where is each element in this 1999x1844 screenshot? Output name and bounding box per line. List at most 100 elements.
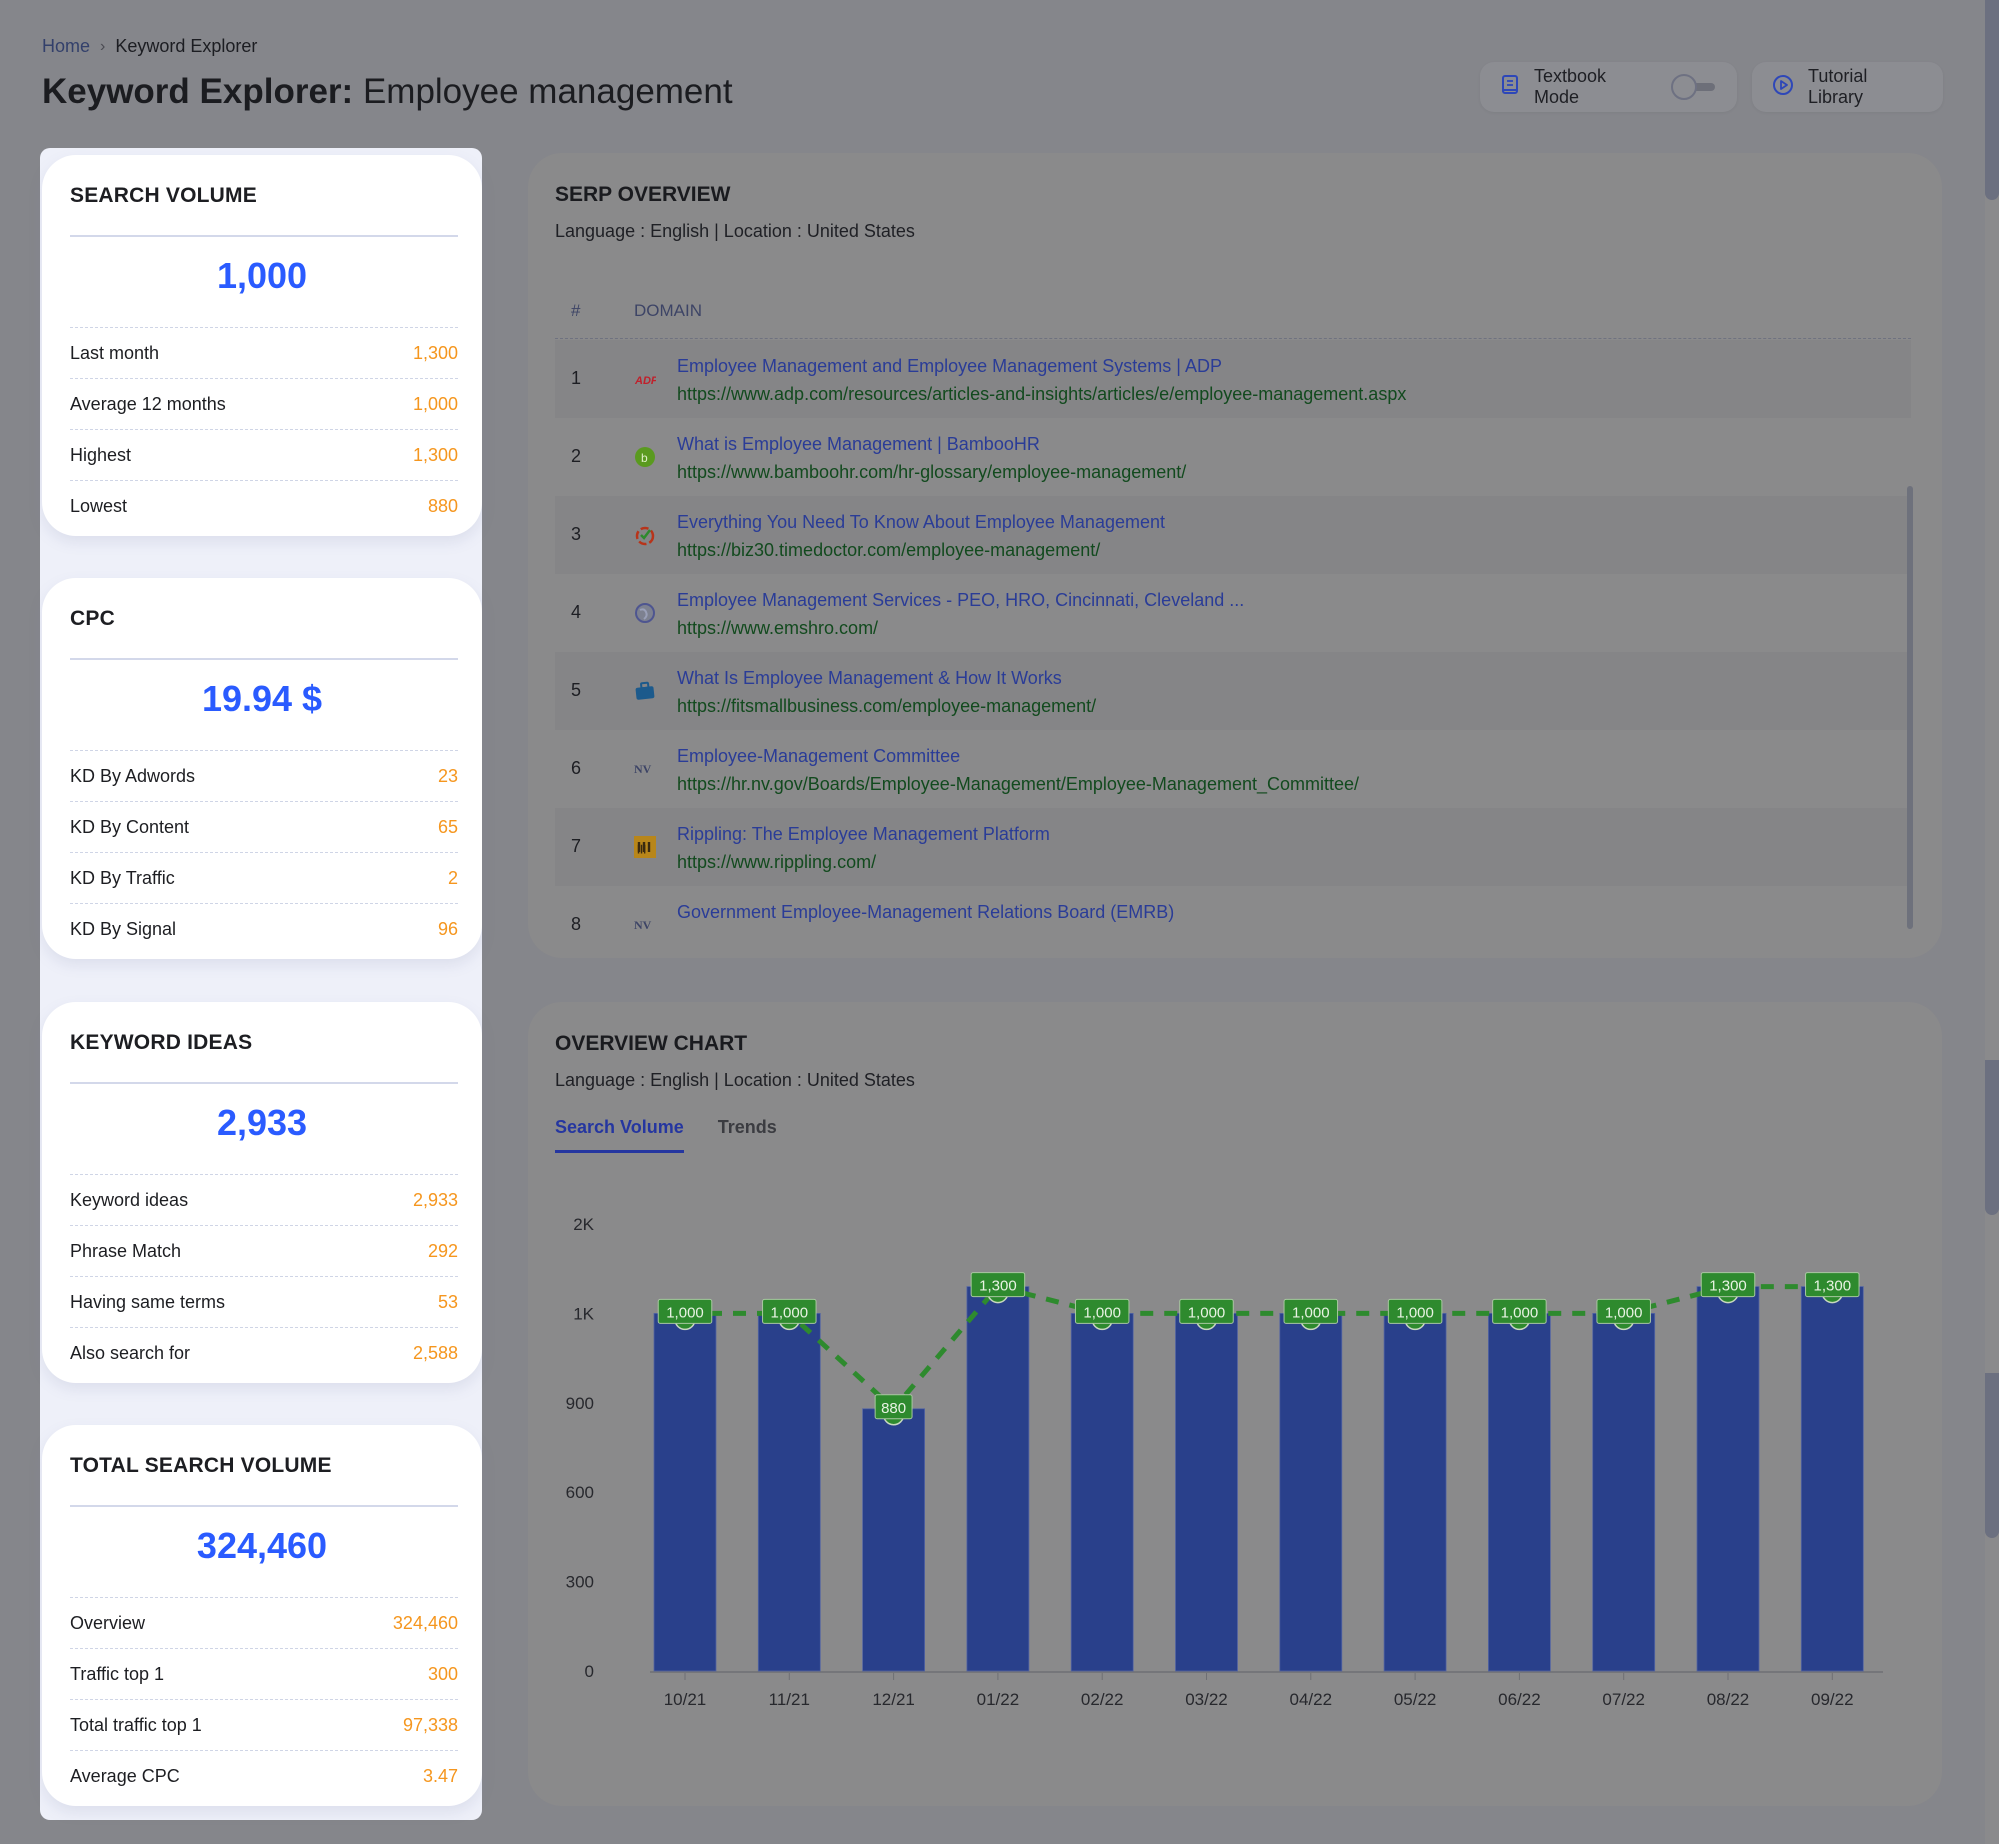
serp-row: 4 Employee Management Services - PEO, HR… — [555, 574, 1911, 652]
y-tick-label: 300 — [566, 1573, 594, 1592]
y-tick-label: 1K — [573, 1304, 594, 1323]
play-circle-icon — [1772, 74, 1794, 101]
serp-result-url[interactable]: https://www.adp.com/resources/articles-a… — [677, 384, 1406, 405]
stat-label: KD By Signal — [70, 918, 177, 939]
serp-result-title-link[interactable]: Government Employee-Management Relations… — [677, 902, 1174, 923]
textbook-mode-toggle[interactable] — [1671, 74, 1717, 100]
trend-line — [685, 1283, 1833, 1413]
serp-row: 8 NV Government Employee-Management Rela… — [555, 886, 1911, 945]
serp-result-title-link[interactable]: Employee Management and Employee Managem… — [677, 356, 1222, 377]
bar[interactable] — [862, 1408, 926, 1672]
bar[interactable] — [1488, 1312, 1551, 1672]
x-tick-label: 11/21 — [769, 1690, 810, 1709]
data-label: 1,000 — [1188, 1304, 1226, 1321]
stat-value: 300 — [427, 1663, 458, 1684]
serp-result-title-link[interactable]: Everything You Need To Know About Employ… — [677, 512, 1165, 533]
textbook-mode-button[interactable]: Textbook Mode — [1480, 62, 1737, 112]
stat-value: 96 — [437, 918, 458, 939]
stat-value: 97,338 — [402, 1714, 458, 1735]
bar[interactable] — [757, 1312, 821, 1672]
card-main-value: 2,933 — [216, 1102, 308, 1143]
data-label: 1,300 — [1709, 1278, 1747, 1295]
x-tick-label: 02/22 — [1081, 1690, 1124, 1709]
stat-label: Lowest — [70, 495, 128, 516]
stat-label: KD By Adwords — [70, 765, 196, 786]
bar[interactable] — [966, 1286, 1030, 1672]
bar[interactable] — [1175, 1312, 1238, 1672]
serp-result-title-link[interactable]: Employee-Management Committee — [677, 746, 960, 767]
card-main-value: 1,000 — [216, 255, 308, 296]
bar[interactable] — [1592, 1312, 1656, 1672]
bar[interactable] — [1070, 1312, 1134, 1672]
y-tick-label: 2K — [573, 1215, 594, 1234]
stat-value: 65 — [437, 816, 458, 837]
stat-label: Last month — [70, 342, 160, 363]
serp-result-title-link[interactable]: Rippling: The Employee Management Platfo… — [677, 824, 1050, 845]
serp-table-header: # DOMAIN — [555, 287, 1911, 339]
data-label: 1,300 — [979, 1278, 1017, 1295]
data-label: 880 — [881, 1400, 906, 1417]
adp-logo-icon: ADP — [634, 368, 659, 390]
stat-label: Average 12 months — [70, 393, 226, 414]
bar[interactable] — [1800, 1286, 1864, 1672]
divider — [70, 235, 458, 237]
data-label: 1,000 — [1292, 1304, 1330, 1321]
tutorial-library-button[interactable]: Tutorial Library — [1752, 62, 1943, 112]
stat-value: 1,000 — [412, 393, 458, 414]
breadcrumb: Home › Keyword Explorer — [42, 36, 257, 57]
stat-label: Highest — [70, 444, 132, 465]
x-tick-label: 03/22 — [1185, 1690, 1228, 1709]
serp-row: 6 NV Employee-Management Committee https… — [555, 730, 1911, 808]
serp-scrollbar-thumb[interactable] — [1907, 486, 1913, 929]
serp-result-title-link[interactable]: Employee Management Services - PEO, HRO,… — [677, 590, 1244, 611]
serp-rank: 5 — [571, 680, 582, 700]
serp-rank: 3 — [571, 524, 582, 544]
page-scrollbar-thumb[interactable] — [1985, 0, 1999, 200]
serp-table-body[interactable]: 1 ADP Employee Management and Employee M… — [555, 340, 1911, 945]
stat-label: Average CPC — [70, 1765, 180, 1786]
divider — [70, 1082, 458, 1084]
stat-value: 2,933 — [412, 1189, 458, 1210]
serp-result-title-link[interactable]: What is Employee Management | BambooHR — [677, 434, 1040, 455]
y-axis: 0 300 600 900 1K 2K — [566, 1215, 595, 1681]
stat-label: Having same terms — [70, 1291, 226, 1312]
card-main-value: 19.94 $ — [201, 678, 323, 719]
stat-row: Average CPC 3.47 — [70, 1750, 458, 1801]
bar[interactable] — [1696, 1286, 1760, 1672]
breadcrumb-home-link[interactable]: Home — [42, 36, 90, 57]
serp-result-url[interactable]: https://www.rippling.com/ — [677, 852, 876, 873]
stat-label: KD By Content — [70, 816, 190, 837]
stat-value: 1,300 — [412, 444, 458, 465]
stat-row: KD By Adwords 23 — [70, 750, 458, 801]
serp-result-url[interactable]: https://www.emshro.com/ — [677, 618, 878, 639]
stat-value: 23 — [437, 765, 458, 786]
stat-value: 292 — [427, 1240, 458, 1261]
x-tick-label: 01/22 — [977, 1690, 1020, 1709]
card-title: KEYWORD IDEAS — [70, 1031, 253, 1054]
serp-result-url[interactable]: https://fitsmallbusiness.com/employee-ma… — [677, 696, 1096, 717]
serp-result-title-link[interactable]: What Is Employee Management & How It Wor… — [677, 668, 1062, 689]
stat-row: Also search for 2,588 — [70, 1327, 458, 1378]
page-scrollbar[interactable] — [1985, 0, 1999, 1844]
stat-value: 1,300 — [412, 342, 458, 363]
breadcrumb-current: Keyword Explorer — [115, 36, 258, 56]
serp-subtitle: Language : English | Location : United S… — [555, 221, 915, 241]
bar[interactable] — [1383, 1312, 1447, 1672]
serp-result-url[interactable]: https://biz30.timedoctor.com/employee-ma… — [677, 540, 1100, 561]
rippling-logo-icon: ꞁꞁꞁ — [634, 836, 656, 858]
stat-value: 2 — [447, 867, 458, 888]
stat-label: Overview — [70, 1612, 146, 1633]
trend-line-path — [685, 1283, 1833, 1413]
bar[interactable] — [1279, 1312, 1343, 1672]
serp-result-url[interactable]: https://hr.nv.gov/Boards/Employee-Manage… — [677, 774, 1359, 795]
bar[interactable] — [653, 1312, 717, 1672]
data-label: 1,000 — [1083, 1304, 1121, 1321]
scrollbar-segment — [1985, 1373, 1999, 1538]
stat-row: KD By Content 65 — [70, 801, 458, 852]
data-label: 1,000 — [666, 1304, 704, 1321]
stat-row: Overview 324,460 — [70, 1597, 458, 1648]
serp-rank: 8 — [571, 914, 582, 934]
serp-result-url[interactable]: https://www.bamboohr.com/hr-glossary/emp… — [677, 462, 1186, 483]
stat-value: 880 — [427, 495, 458, 516]
page-title-prefix: Keyword Explorer: — [42, 72, 354, 111]
